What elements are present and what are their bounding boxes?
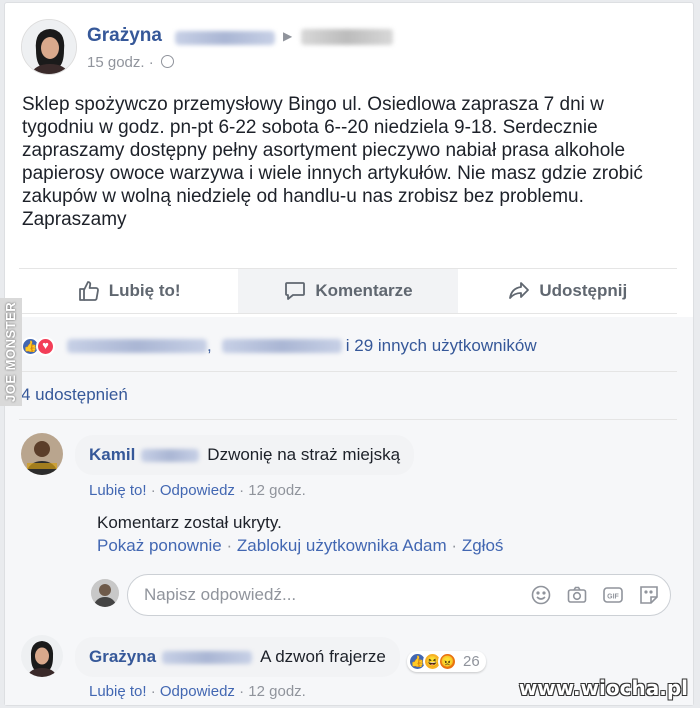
blurred-group-name: [301, 29, 393, 45]
commenter-avatar[interactable]: [21, 433, 63, 475]
comment-bubble: Kamil Dzwonię na straż miejską: [75, 435, 415, 475]
share-icon: [509, 282, 530, 299]
current-user-avatar: [91, 579, 119, 607]
post-author-name[interactable]: Grażyna: [87, 25, 162, 47]
corner-watermark: www.wiocha.pl: [518, 676, 688, 700]
blurred-surname: [141, 448, 200, 462]
comment-reply-link[interactable]: Odpowiedz: [160, 683, 235, 700]
like-button-label: Lubię to!: [108, 281, 181, 300]
comment-reply-link[interactable]: Odpowiedz: [160, 482, 235, 499]
author-avatar[interactable]: [21, 19, 77, 75]
hidden-comment-actions: Pokaż ponownie · Zablokuj użytkownika Ad…: [97, 536, 504, 555]
comment-actions: Lubię to! · Odpowiedz · 12 godz.: [89, 683, 306, 700]
post-action-bar: Lubię to! Komentarze Udostępnij: [19, 268, 677, 314]
divider: [19, 419, 677, 420]
gif-icon[interactable]: GIF: [602, 584, 624, 606]
svg-text:GIF: GIF: [607, 594, 619, 601]
blurred-user-name: [67, 339, 207, 353]
comment-reactions[interactable]: 👍 😆 😠 26: [407, 651, 486, 672]
comment-author[interactable]: Kamil: [89, 445, 135, 465]
post-card: Grażyna ▶ 15 godz. · Sklep spożywczo prz…: [4, 2, 694, 706]
comment-button-label: Komentarze: [315, 281, 413, 300]
comment-actions: Lubię to! · Odpowiedz · 12 godz.: [89, 482, 306, 499]
commenter-avatar[interactable]: [21, 635, 63, 677]
reactions-separator: ,: [207, 336, 212, 355]
side-watermark: JOE MONSTER: [0, 298, 22, 406]
comment-reaction-count: 26: [463, 653, 480, 670]
reply-box: GIF: [127, 574, 671, 616]
comment-like-link[interactable]: Lubię to!: [89, 482, 147, 499]
comment-bubble: Grażyna A dzwoń frajerze: [75, 637, 400, 677]
reply-tools: GIF: [530, 584, 660, 606]
camera-icon[interactable]: [566, 584, 588, 606]
comment-button[interactable]: Komentarze: [238, 269, 458, 313]
report-link[interactable]: Zgłoś: [462, 536, 504, 555]
reply-input[interactable]: [144, 585, 504, 605]
comment-text: Dzwonię na straż miejską: [207, 445, 401, 464]
comment-time[interactable]: 12 godz.: [248, 683, 306, 700]
comment-author[interactable]: Grażyna: [89, 647, 156, 667]
globe-icon: [160, 55, 174, 68]
block-user-link[interactable]: Zablokuj użytkownika Adam: [237, 536, 447, 555]
side-watermark-text: JOE MONSTER: [3, 301, 18, 402]
blurred-user-name: [221, 339, 342, 353]
comment-icon: [285, 282, 306, 300]
blurred-author-surname: [175, 31, 275, 45]
comment-like-link[interactable]: Lubię to!: [89, 683, 147, 700]
comment-time[interactable]: 12 godz.: [248, 482, 306, 499]
shares-count[interactable]: 4 udostępnień: [21, 385, 128, 405]
reactions-others-text[interactable]: i 29 innych użytkowników: [346, 336, 537, 356]
reactions-summary[interactable]: 👍 ♥ , i 29 innych użytkowników: [21, 333, 537, 359]
hidden-comment-text: Komentarz został ukryty.: [97, 513, 282, 532]
share-button-label: Udostępnij: [539, 281, 628, 300]
sticker-icon[interactable]: [638, 584, 660, 606]
divider: [19, 371, 677, 372]
arrow-right-icon: ▶: [283, 29, 293, 43]
blurred-surname: [162, 650, 253, 664]
angry-reaction-icon: 😠: [438, 652, 457, 671]
comment-text: A dzwoń frajerze: [260, 647, 386, 666]
like-button[interactable]: Lubię to!: [19, 269, 238, 313]
thumbs-up-icon: [78, 281, 99, 301]
post-body-text: Sklep spożywczo przemysłowy Bingo ul. Os…: [22, 94, 643, 230]
love-reaction-icon: ♥: [36, 336, 55, 356]
post-meta: 15 godz. ·: [87, 54, 174, 71]
post-timestamp[interactable]: 15 godz. ·: [87, 54, 154, 71]
emoji-icon[interactable]: [530, 584, 552, 606]
show-again-link[interactable]: Pokaż ponownie: [97, 536, 222, 555]
share-button[interactable]: Udostępnij: [458, 269, 677, 313]
